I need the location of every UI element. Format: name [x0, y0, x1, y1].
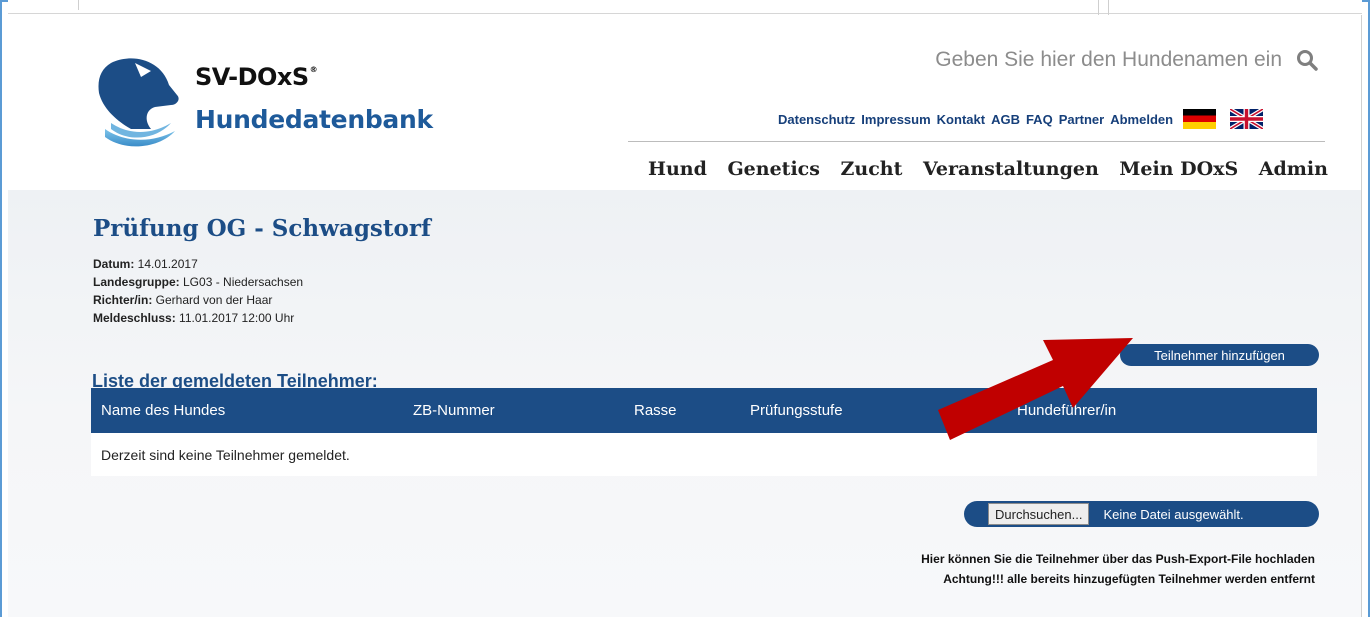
dog-head-logo-icon — [98, 58, 179, 147]
column-header-rasse[interactable]: Rasse — [634, 402, 677, 419]
detail-datum: Datum: 14.01.2017 — [93, 257, 198, 271]
nav-zucht[interactable]: Zucht — [841, 158, 903, 180]
header-divider — [628, 141, 1325, 142]
main-navigation: Hund Genetics Zucht Veranstaltungen Mein… — [648, 158, 1328, 180]
link-datenschutz[interactable]: Datenschutz — [778, 112, 855, 127]
utility-links: Datenschutz Impressum Kontakt AGB FAQ Pa… — [778, 109, 1264, 129]
nav-genetics[interactable]: Genetics — [727, 158, 819, 180]
search-input[interactable]: Geben Sie hier den Hundenamen ein — [935, 48, 1282, 72]
link-agb[interactable]: AGB — [991, 112, 1020, 127]
link-partner[interactable]: Partner — [1059, 112, 1105, 127]
nav-veranstaltungen[interactable]: Veranstaltungen — [923, 158, 1099, 180]
link-kontakt[interactable]: Kontakt — [937, 112, 985, 127]
nav-hund[interactable]: Hund — [648, 158, 707, 180]
browser-top-strip — [8, 0, 1362, 18]
upload-note-line2: Achtung!!! alle bereits hinzugefügten Te… — [943, 572, 1315, 586]
page-content: SV-DOxS® Hundedatenbank Geben Sie hier d… — [8, 15, 1362, 617]
search-icon[interactable] — [1296, 49, 1318, 71]
dog-search[interactable]: Geben Sie hier den Hundenamen ein — [918, 45, 1318, 75]
link-impressum[interactable]: Impressum — [861, 112, 930, 127]
browse-button[interactable]: Durchsuchen... — [988, 503, 1090, 525]
detail-landesgruppe: Landesgruppe: LG03 - Niedersachsen — [93, 275, 304, 289]
detail-meldeschluss: Meldeschluss: 11.01.2017 12:00 Uhr — [93, 311, 295, 325]
event-details: Datum: 14.01.2017 Landesgruppe: LG03 - N… — [93, 255, 303, 327]
file-upload: Durchsuchen... Keine Datei ausgewählt. — [964, 501, 1319, 527]
nav-mein-doxs[interactable]: Mein DOxS — [1119, 158, 1238, 180]
link-abmelden[interactable]: Abmelden — [1110, 112, 1173, 127]
upload-note: Hier können Sie die Teilnehmer über das … — [921, 549, 1315, 589]
brand-subtitle: Hundedatenbank — [195, 105, 433, 134]
detail-richter: Richter/in: Gerhard von der Haar — [93, 293, 273, 307]
empty-message: Derzeit sind keine Teilnehmer gemeldet. — [101, 447, 350, 463]
page-title: Prüfung OG - Schwagstorf — [93, 215, 431, 242]
flag-germany-icon[interactable] — [1183, 109, 1217, 129]
add-participant-button[interactable]: Teilnehmer hinzufügen — [1120, 344, 1319, 366]
flag-uk-icon[interactable] — [1230, 109, 1264, 129]
column-header-zb-nummer[interactable]: ZB-Nummer — [413, 402, 495, 419]
annotation-arrow-icon — [938, 338, 1133, 440]
column-header-pruefungsstufe[interactable]: Prüfungsstufe — [750, 402, 843, 419]
link-faq[interactable]: FAQ — [1026, 112, 1053, 127]
nav-admin[interactable]: Admin — [1259, 158, 1328, 180]
site-logo[interactable]: SV-DOxS® Hundedatenbank — [91, 55, 433, 150]
upload-note-line1: Hier können Sie die Teilnehmer über das … — [921, 552, 1315, 566]
file-status: Keine Datei ausgewählt. — [1103, 506, 1244, 522]
column-header-name[interactable]: Name des Hundes — [101, 402, 225, 419]
brand-name: SV-DOxS® — [195, 63, 318, 91]
